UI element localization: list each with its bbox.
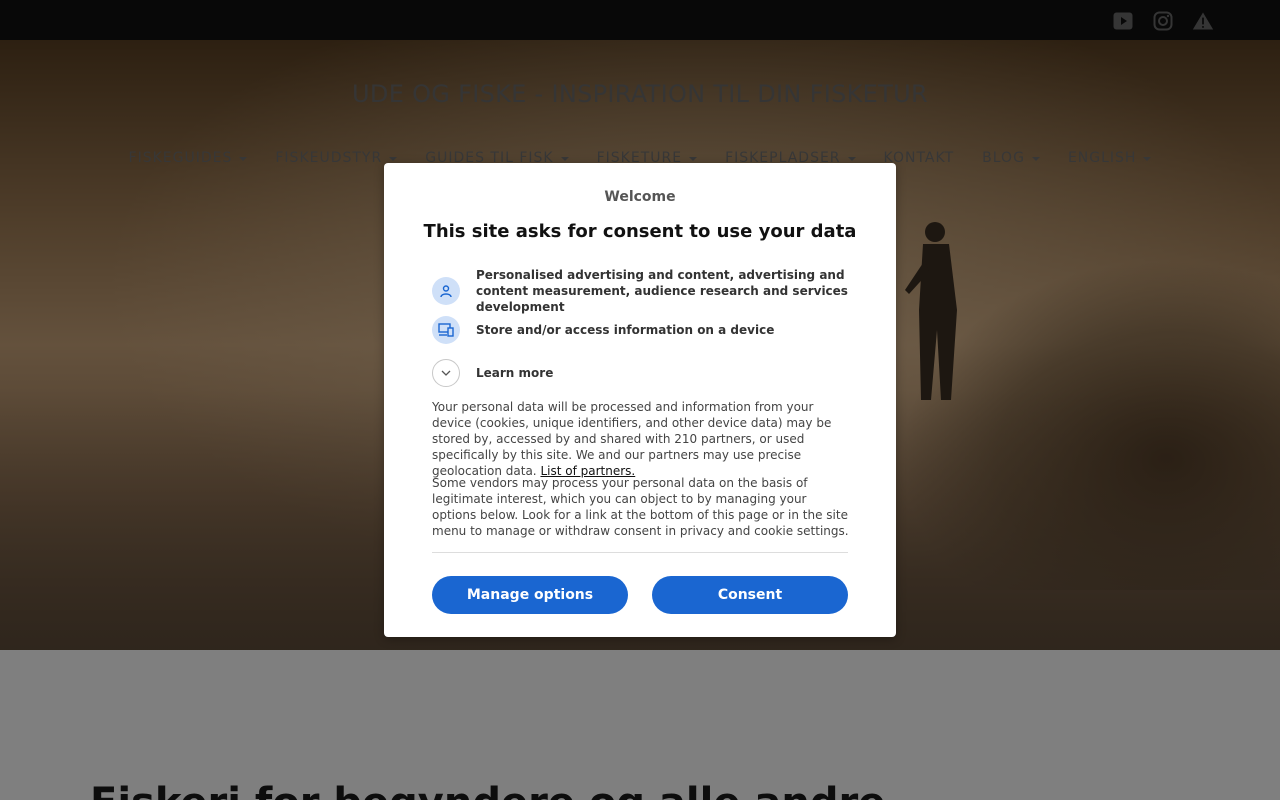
dialog-title: This site asks for consent to use your d… <box>423 221 857 242</box>
manage-options-button[interactable]: Manage options <box>432 576 628 614</box>
learn-more-label[interactable]: Learn more <box>476 365 553 381</box>
person-icon <box>432 277 460 305</box>
consent-dialog: Welcome This site asks for consent to us… <box>384 163 896 637</box>
purpose-personalised-ads: Personalised advertising and content, ad… <box>432 267 852 315</box>
consent-button[interactable]: Consent <box>652 576 848 614</box>
devices-icon <box>432 316 460 344</box>
learn-more-row[interactable]: Learn more <box>432 359 852 387</box>
consent-paragraph-2: Some vendors may process your personal d… <box>432 476 849 538</box>
dialog-divider <box>432 552 848 553</box>
purpose-text: Personalised advertising and content, ad… <box>476 268 848 314</box>
dialog-welcome: Welcome <box>604 189 676 205</box>
chevron-down-icon[interactable] <box>432 359 460 387</box>
consent-paragraph-1: Your personal data will be processed and… <box>432 399 852 479</box>
purpose-text: Store and/or access information on a dev… <box>476 323 775 337</box>
purpose-store-access: Store and/or access information on a dev… <box>432 316 852 344</box>
